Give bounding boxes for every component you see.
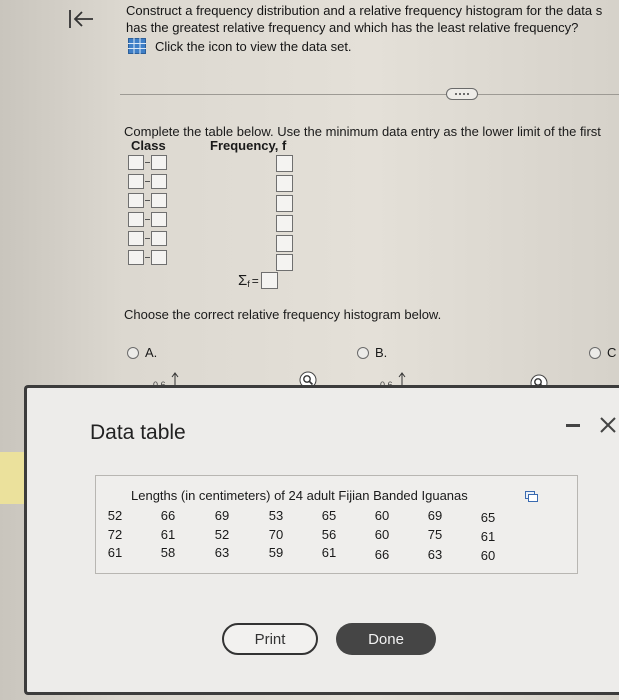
class-lower-input[interactable]: [128, 212, 144, 227]
option-c-radio[interactable]: [589, 346, 601, 359]
table-cell: 70: [268, 527, 284, 542]
table-cell: 60: [374, 527, 390, 542]
table-cell: 72: [107, 527, 123, 542]
table-cell: 58: [160, 545, 176, 560]
frequency-input[interactable]: [276, 155, 293, 172]
option-c[interactable]: C: [589, 345, 616, 360]
table-cell: 63: [427, 547, 443, 562]
sum-equals: =: [251, 273, 259, 288]
question-line-2: has the greatest relative frequency and …: [126, 20, 579, 35]
frequency-input[interactable]: [276, 175, 293, 192]
table-cell: 63: [214, 545, 230, 560]
table-cell: 61: [107, 545, 123, 560]
table-cell: 65: [480, 510, 496, 525]
class-upper-input[interactable]: [151, 155, 167, 170]
frequency-header: Frequency, f: [210, 138, 287, 153]
table-cell: 61: [480, 529, 496, 544]
back-arrow-icon[interactable]: [66, 6, 96, 32]
frequency-input[interactable]: [276, 215, 293, 232]
option-a[interactable]: A.: [127, 345, 157, 360]
class-lower-input[interactable]: [128, 174, 144, 189]
class-upper-input[interactable]: [151, 250, 167, 265]
dialog-title: Data table: [90, 421, 186, 444]
class-upper-input[interactable]: [151, 193, 167, 208]
table-cell: 61: [321, 545, 337, 560]
class-lower-input[interactable]: [128, 250, 144, 265]
table-cell: 60: [480, 548, 496, 563]
class-lower-input[interactable]: [128, 231, 144, 246]
class-row: [128, 155, 167, 170]
instructions-text: Complete the table below. Use the minimu…: [124, 124, 601, 139]
expand-more-button[interactable]: [446, 88, 478, 100]
data-link-label[interactable]: Click the icon to view the data set.: [155, 39, 352, 54]
frequency-input[interactable]: [276, 235, 293, 252]
class-lower-input[interactable]: [128, 193, 144, 208]
frequency-input[interactable]: [276, 254, 293, 271]
table-cell: 65: [321, 508, 337, 523]
class-row: [128, 250, 167, 265]
table-cell: 52: [214, 527, 230, 542]
view-data-link[interactable]: Click the icon to view the data set.: [128, 38, 352, 54]
done-button[interactable]: Done: [336, 623, 436, 655]
table-cell: 69: [427, 508, 443, 523]
sum-subscript: f: [247, 278, 250, 289]
table-cell: 66: [160, 508, 176, 523]
option-b-label: B.: [375, 345, 388, 360]
choose-histogram-text: Choose the correct relative frequency hi…: [124, 307, 442, 322]
class-row: [128, 174, 167, 189]
class-row: [128, 231, 167, 246]
frequency-input[interactable]: [276, 195, 293, 212]
option-a-radio[interactable]: [127, 346, 139, 359]
copy-icon[interactable]: [525, 491, 538, 502]
option-a-label: A.: [145, 345, 158, 360]
table-cell: 60: [374, 508, 390, 523]
table-cell: 53: [268, 508, 284, 523]
class-row: [128, 212, 167, 227]
table-cell: 75: [427, 527, 443, 542]
class-upper-input[interactable]: [151, 174, 167, 189]
table-cell: 69: [214, 508, 230, 523]
highlight-strip: [0, 452, 26, 504]
class-header: Class: [131, 138, 166, 153]
table-cell: 52: [107, 508, 123, 523]
table-cell: 61: [160, 527, 176, 542]
data-grid-icon[interactable]: [128, 38, 146, 54]
section-divider: [120, 94, 619, 95]
question-line-1: Construct a frequency distribution and a…: [126, 3, 603, 18]
table-cell: 66: [374, 547, 390, 562]
class-upper-input[interactable]: [151, 231, 167, 246]
class-row: [128, 193, 167, 208]
question-text: Construct a frequency distribution and a…: [126, 2, 602, 36]
sum-input[interactable]: [260, 272, 278, 289]
print-button[interactable]: Print: [222, 623, 318, 655]
option-c-label: C: [607, 345, 617, 360]
data-table-title: Lengths (in centimeters) of 24 adult Fij…: [131, 488, 468, 503]
option-b-radio[interactable]: [357, 346, 369, 359]
class-upper-input[interactable]: [151, 212, 167, 227]
frequency-sum: Σ f =: [238, 272, 278, 289]
sigma-symbol: Σ: [238, 272, 248, 289]
minimize-icon[interactable]: [566, 424, 580, 427]
table-cell: 56: [321, 527, 337, 542]
option-b[interactable]: B.: [357, 345, 387, 360]
close-icon[interactable]: [597, 414, 619, 436]
class-lower-input[interactable]: [128, 155, 144, 170]
table-cell: 59: [268, 545, 284, 560]
